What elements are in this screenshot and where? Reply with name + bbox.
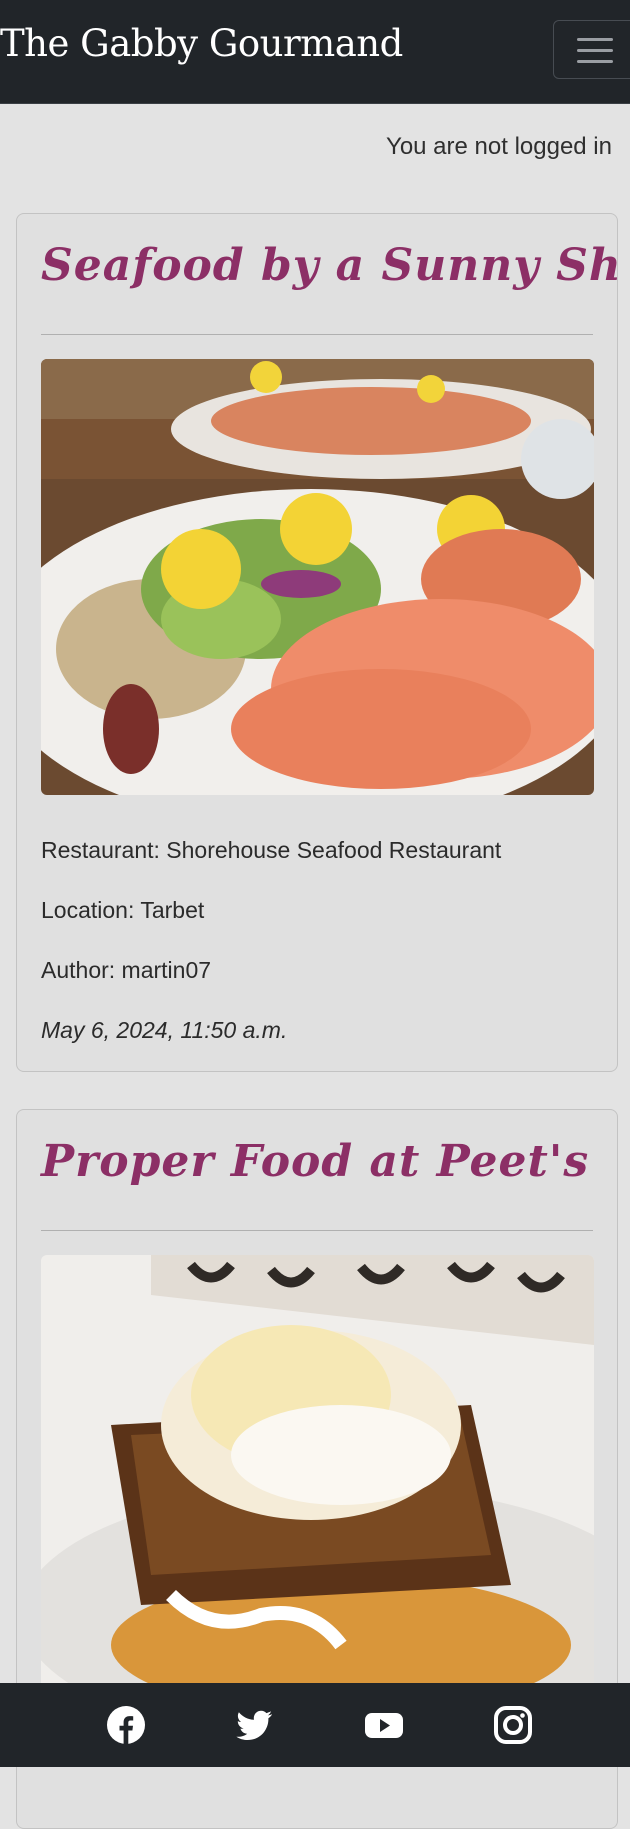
post-author: Author: martin07 — [41, 957, 212, 983]
post-date: May 6, 2024, 11:50 a.m. — [41, 1017, 288, 1043]
twitter-icon[interactable] — [234, 1705, 274, 1745]
sticky-toffee-pudding-photo[interactable] — [41, 1255, 594, 1715]
post-location: Location: Tarbet — [41, 897, 205, 923]
nav-toggle-button[interactable] — [553, 20, 630, 79]
facebook-icon[interactable] — [106, 1705, 146, 1745]
post-card: Seafood by a Sunny Shore Restaurant: Sh — [16, 213, 618, 1072]
card-divider — [41, 1230, 593, 1231]
footer — [0, 1683, 630, 1767]
navbar: The Gabby Gourmand — [0, 0, 630, 104]
login-status: You are not logged in — [386, 133, 612, 160]
brand-title[interactable]: The Gabby Gourmand — [0, 22, 403, 65]
post-restaurant: Restaurant: Shorehouse Seafood Restauran… — [41, 837, 502, 863]
card-divider — [41, 334, 593, 335]
youtube-icon[interactable] — [364, 1705, 404, 1745]
post-title[interactable]: Seafood by a Sunny Shore — [41, 240, 617, 291]
seafood-platter-photo[interactable] — [41, 359, 594, 795]
instagram-icon[interactable] — [493, 1705, 533, 1745]
post-title[interactable]: Proper Food at Peet's — [41, 1136, 589, 1187]
